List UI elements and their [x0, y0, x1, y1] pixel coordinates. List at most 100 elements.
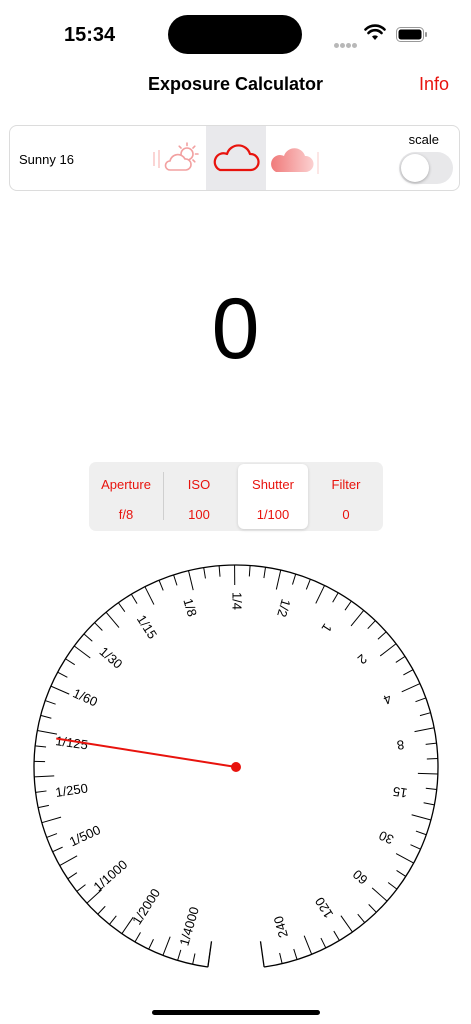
scale-toggle[interactable] — [399, 152, 453, 184]
shutter-dial[interactable]: 1/40001/20001/10001/5001/2501/1251/601/3… — [0, 560, 471, 980]
dial-tick — [40, 714, 52, 719]
dial-label: 1/15 — [134, 612, 160, 641]
dial-tick — [65, 658, 76, 666]
dial-tick — [415, 697, 426, 703]
dial-label: 60 — [350, 867, 371, 888]
dial-tick — [340, 915, 353, 933]
dial-tick — [207, 947, 212, 968]
dial-tick — [134, 932, 141, 943]
dial-tick — [37, 730, 58, 735]
dial-tick — [332, 592, 339, 603]
dial-tick — [414, 727, 435, 733]
dial-label: 1/500 — [67, 822, 103, 849]
dial-pointer[interactable] — [56, 737, 237, 768]
status-bar: 15:34 — [0, 0, 471, 60]
segment-value: f/8 — [118, 507, 134, 522]
dial-label: 1/4000 — [177, 905, 202, 947]
weather-option-cloudy[interactable] — [266, 126, 326, 190]
dial-tick — [35, 790, 47, 793]
dial-tick — [144, 586, 155, 605]
dial-tick — [425, 787, 437, 791]
dial-tick — [46, 833, 58, 838]
dial-tick — [415, 830, 427, 836]
dial-label: 1/2000 — [129, 886, 163, 928]
cellular-signal-icon — [334, 35, 358, 53]
dial-tick — [379, 643, 397, 657]
dial-tick — [41, 816, 62, 824]
dynamic-island — [168, 15, 302, 54]
dial-tick — [387, 882, 398, 890]
dial-tick — [148, 939, 154, 950]
dial-tick — [45, 700, 56, 705]
dial-label: 30 — [377, 828, 396, 848]
dial-tick — [109, 915, 117, 925]
dial-label: 1/8 — [180, 597, 199, 619]
dial-label: 1/250 — [54, 780, 88, 800]
dial-tick — [303, 935, 313, 955]
ev-value: 0 — [211, 281, 260, 377]
dial-tick — [203, 567, 206, 579]
dial-tick — [34, 775, 55, 778]
segment-aperture[interactable]: Aperture f/8 — [91, 464, 161, 529]
dial-label: 15 — [392, 784, 409, 801]
dial-tick — [305, 579, 311, 590]
dial-tick — [423, 802, 435, 806]
home-indicator — [152, 1010, 320, 1015]
dial-tick — [368, 904, 377, 913]
dial-tick — [344, 600, 352, 611]
toggle-knob — [401, 154, 429, 182]
dial-label: 1/4 — [230, 592, 245, 610]
dial-tick — [395, 655, 406, 663]
dial-tick — [293, 948, 298, 960]
dial-tick — [403, 669, 414, 676]
dial-label: 4 — [381, 691, 394, 708]
dial-tick — [52, 846, 63, 853]
dial-center — [231, 762, 241, 772]
segment-label: Aperture — [101, 477, 151, 492]
dial-label: 240 — [271, 914, 291, 939]
dial-tick — [279, 952, 283, 964]
scale-label: scale — [408, 132, 439, 147]
nav-bar: Exposure Calculator Info — [0, 64, 471, 104]
dial-tick — [67, 872, 78, 880]
dial-tick — [59, 855, 78, 866]
dial-tick — [188, 570, 194, 591]
dial-tick — [218, 565, 221, 577]
dial-tick — [395, 853, 414, 864]
dial-tick — [315, 585, 326, 604]
dial-tick — [73, 645, 91, 659]
info-button[interactable]: Info — [419, 74, 449, 95]
battery-icon — [396, 27, 427, 42]
dial-label: 1/1000 — [90, 857, 130, 894]
dial-tick — [158, 580, 164, 591]
dial-tick — [105, 611, 120, 628]
dial-tick — [118, 602, 126, 612]
wifi-icon — [364, 24, 386, 40]
weather-picker-card: Sunny 16 scale — [9, 125, 460, 191]
weather-label: Sunny 16 — [19, 152, 74, 167]
dial-tick — [425, 742, 437, 745]
dial-tick — [371, 887, 388, 902]
dial-label: 8 — [396, 737, 405, 753]
dial-tick — [357, 913, 366, 923]
dial-tick — [83, 633, 93, 642]
segment-iso[interactable]: ISO 100 — [164, 464, 234, 529]
segment-filter[interactable]: Filter 0 — [311, 464, 381, 529]
dial-tick — [177, 949, 182, 961]
segment-label: Shutter — [252, 477, 294, 492]
segment-label: ISO — [187, 477, 211, 492]
dial-tick — [38, 804, 50, 809]
weather-option-overcast[interactable] — [206, 126, 266, 190]
dial-label: 1 — [319, 621, 336, 635]
cloud-filled-icon — [271, 148, 319, 174]
weather-option-sunny[interactable] — [146, 126, 206, 190]
dial-tick — [76, 884, 86, 892]
dial-tick — [410, 844, 421, 850]
parameter-segment-control: Aperture f/8 ISO 100 Shutter 1/100 Filte… — [89, 462, 383, 531]
segment-value: 100 — [188, 507, 210, 522]
segment-shutter[interactable]: Shutter 1/100 — [238, 464, 308, 529]
dial-tick — [263, 567, 267, 579]
dial-tick — [401, 683, 421, 693]
dial-tick — [333, 930, 340, 941]
dial-tick — [173, 574, 178, 586]
